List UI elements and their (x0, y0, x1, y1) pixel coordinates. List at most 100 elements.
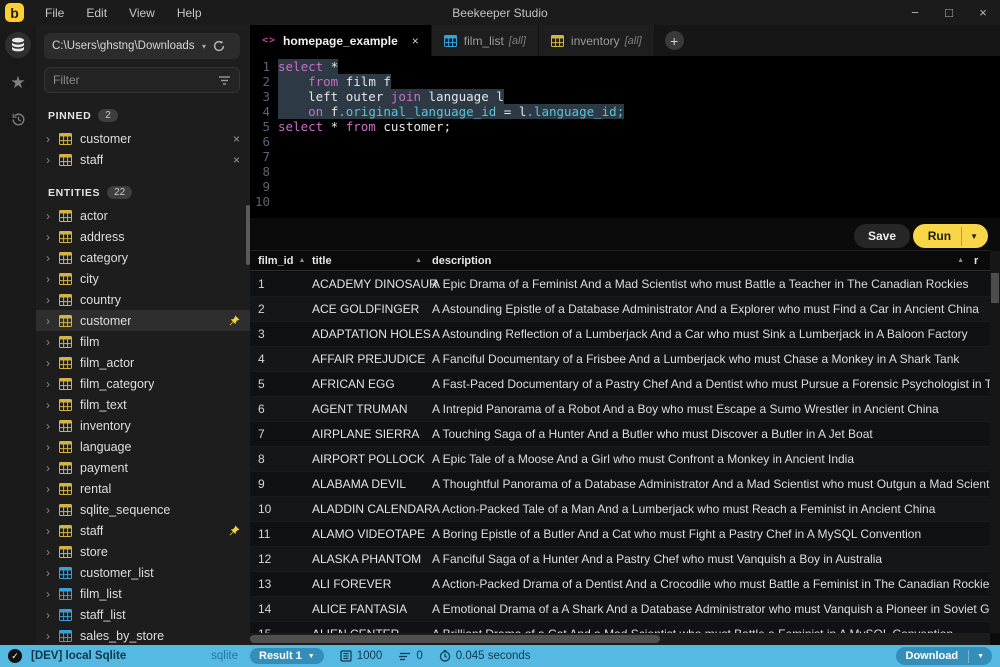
cell-title[interactable]: ALICE FANTASIA (312, 602, 432, 616)
history-rail-button[interactable] (5, 106, 31, 132)
column-header-film-id[interactable]: film_id ▲ (250, 255, 312, 267)
chevron-right-icon[interactable]: › (46, 230, 59, 244)
new-tab-button[interactable]: + (665, 31, 684, 50)
sql-editor[interactable]: 1select *2 from film f3 left outer join … (250, 56, 1000, 218)
cell-title[interactable]: ALASKA PHANTOM (312, 552, 432, 566)
save-button[interactable]: Save (854, 224, 910, 248)
chevron-right-icon[interactable]: › (46, 153, 59, 167)
refresh-button[interactable] (213, 40, 225, 52)
maximize-button[interactable]: □ (932, 5, 966, 20)
close-button[interactable]: × (966, 5, 1000, 20)
table-row[interactable]: 11ALAMO VIDEOTAPEA Boring Epistle of a B… (250, 522, 990, 547)
entity-row[interactable]: › country (36, 289, 250, 310)
run-options-caret-icon[interactable]: ▼ (961, 227, 988, 246)
unpin-icon[interactable]: × (233, 132, 240, 146)
cell-title[interactable]: AIRPLANE SIERRA (312, 427, 432, 441)
filter-input[interactable] (53, 73, 218, 87)
sort-asc-icon[interactable]: ▲ (298, 257, 305, 264)
chevron-down-icon[interactable]: ▼ (968, 650, 992, 663)
table-row[interactable]: 13ALI FOREVERA Action-Packed Drama of a … (250, 572, 990, 597)
cell-title[interactable]: ALI FOREVER (312, 577, 432, 591)
cell-title[interactable]: AIRPORT POLLOCK (312, 452, 432, 466)
pinned-item-staff[interactable]: › staff × (36, 149, 250, 170)
unpin-icon[interactable]: × (233, 153, 240, 167)
entity-row[interactable]: › staff (36, 520, 250, 541)
chevron-right-icon[interactable]: › (46, 314, 59, 328)
results-grid[interactable]: 1ACADEMY DINOSAURA Epic Drama of a Femin… (250, 272, 990, 633)
entity-row[interactable]: › category (36, 247, 250, 268)
cell-film-id[interactable]: 9 (250, 477, 312, 491)
entity-row[interactable]: › staff_list (36, 604, 250, 625)
cell-title[interactable]: ALABAMA DEVIL (312, 477, 432, 491)
download-button[interactable]: Download ▼ (896, 647, 993, 665)
column-header-clipped[interactable]: r (974, 255, 990, 267)
scrollbar-thumb[interactable] (991, 273, 999, 303)
table-row[interactable]: 12ALASKA PHANTOMA Fanciful Saga of a Hun… (250, 547, 990, 572)
cell-title[interactable]: ALADDIN CALENDAR (312, 502, 432, 516)
entity-row[interactable]: › sales_by_store (36, 625, 250, 645)
sort-asc-icon[interactable]: ▲ (957, 257, 964, 264)
chevron-right-icon[interactable]: › (46, 587, 59, 601)
column-header-description[interactable]: description ▲ (432, 255, 974, 267)
entity-row[interactable]: › film_actor (36, 352, 250, 373)
cell-description[interactable]: A Touching Saga of a Hunter And a Butler… (432, 427, 990, 441)
cell-description[interactable]: A Emotional Drama of a A Shark And a Dat… (432, 602, 990, 616)
cell-description[interactable]: A Astounding Reflection of a Lumberjack … (432, 327, 990, 341)
cell-title[interactable]: ACADEMY DINOSAUR (312, 277, 432, 291)
cell-film-id[interactable]: 4 (250, 352, 312, 366)
table-row[interactable]: 8AIRPORT POLLOCKA Epic Tale of a Moose A… (250, 447, 990, 472)
cell-film-id[interactable]: 11 (250, 527, 312, 541)
code-line[interactable]: 7 (250, 149, 1000, 164)
tab-homepage-example[interactable]: <> homepage_example × (250, 25, 432, 56)
results-vertical-scrollbar[interactable] (990, 251, 1000, 633)
pinned-item-customer[interactable]: › customer × (36, 128, 250, 149)
cell-film-id[interactable]: 6 (250, 402, 312, 416)
code-line[interactable]: 2 from film f (250, 74, 1000, 89)
chevron-right-icon[interactable]: › (46, 608, 59, 622)
entity-row[interactable]: › actor (36, 205, 250, 226)
scrollbar-thumb[interactable] (250, 635, 660, 643)
chevron-right-icon[interactable]: › (46, 377, 59, 391)
code-line[interactable]: 3 left outer join language l (250, 89, 1000, 104)
tab-inventory[interactable]: inventory [all] (539, 25, 655, 56)
pin-icon[interactable] (229, 315, 240, 326)
code-line[interactable]: 10 (250, 194, 1000, 209)
entity-row[interactable]: › city (36, 268, 250, 289)
table-row[interactable]: 14ALICE FANTASIAA Emotional Drama of a A… (250, 597, 990, 622)
code-line[interactable]: 4 on f.original_language_id = l.language… (250, 104, 1000, 119)
cell-film-id[interactable]: 2 (250, 302, 312, 316)
entity-row[interactable]: › film_category (36, 373, 250, 394)
entity-row[interactable]: › rental (36, 478, 250, 499)
tab-close-icon[interactable]: × (412, 34, 419, 48)
cell-film-id[interactable]: 14 (250, 602, 312, 616)
chevron-right-icon[interactable]: › (46, 482, 59, 496)
table-row[interactable]: 6AGENT TRUMANA Intrepid Panorama of a Ro… (250, 397, 990, 422)
cell-description[interactable]: A Thoughtful Panorama of a Database Admi… (432, 477, 990, 491)
results-horizontal-scrollbar[interactable] (250, 633, 990, 645)
cell-film-id[interactable]: 7 (250, 427, 312, 441)
cell-film-id[interactable]: 10 (250, 502, 312, 516)
code-line[interactable]: 9 (250, 179, 1000, 194)
entity-row[interactable]: › film_text (36, 394, 250, 415)
entity-row[interactable]: › sqlite_sequence (36, 499, 250, 520)
table-row[interactable]: 9ALABAMA DEVILA Thoughtful Panorama of a… (250, 472, 990, 497)
entity-row[interactable]: › film (36, 331, 250, 352)
cell-description[interactable]: A Astounding Epistle of a Database Admin… (432, 302, 990, 316)
chevron-right-icon[interactable]: › (46, 356, 59, 370)
chevron-right-icon[interactable]: › (46, 461, 59, 475)
chevron-right-icon[interactable]: › (46, 629, 59, 643)
chevron-right-icon[interactable]: › (46, 566, 59, 580)
column-header-title[interactable]: title ▲ (312, 255, 432, 267)
cell-description[interactable]: A Boring Epistle of a Butler And a Cat w… (432, 527, 990, 541)
cell-film-id[interactable]: 12 (250, 552, 312, 566)
cell-description[interactable]: A Fanciful Saga of a Hunter And a Pastry… (432, 552, 990, 566)
table-row[interactable]: 10ALADDIN CALENDARA Action-Packed Tale o… (250, 497, 990, 522)
tab-film-list[interactable]: film_list [all] (432, 25, 539, 56)
code-line[interactable]: 6 (250, 134, 1000, 149)
chevron-right-icon[interactable]: › (46, 209, 59, 223)
entity-row[interactable]: › customer (36, 310, 250, 331)
cell-film-id[interactable]: 13 (250, 577, 312, 591)
tables-rail-button[interactable] (5, 32, 31, 58)
chevron-right-icon[interactable]: › (46, 251, 59, 265)
cell-description[interactable]: A Action-Packed Tale of a Man And a Lumb… (432, 502, 990, 516)
